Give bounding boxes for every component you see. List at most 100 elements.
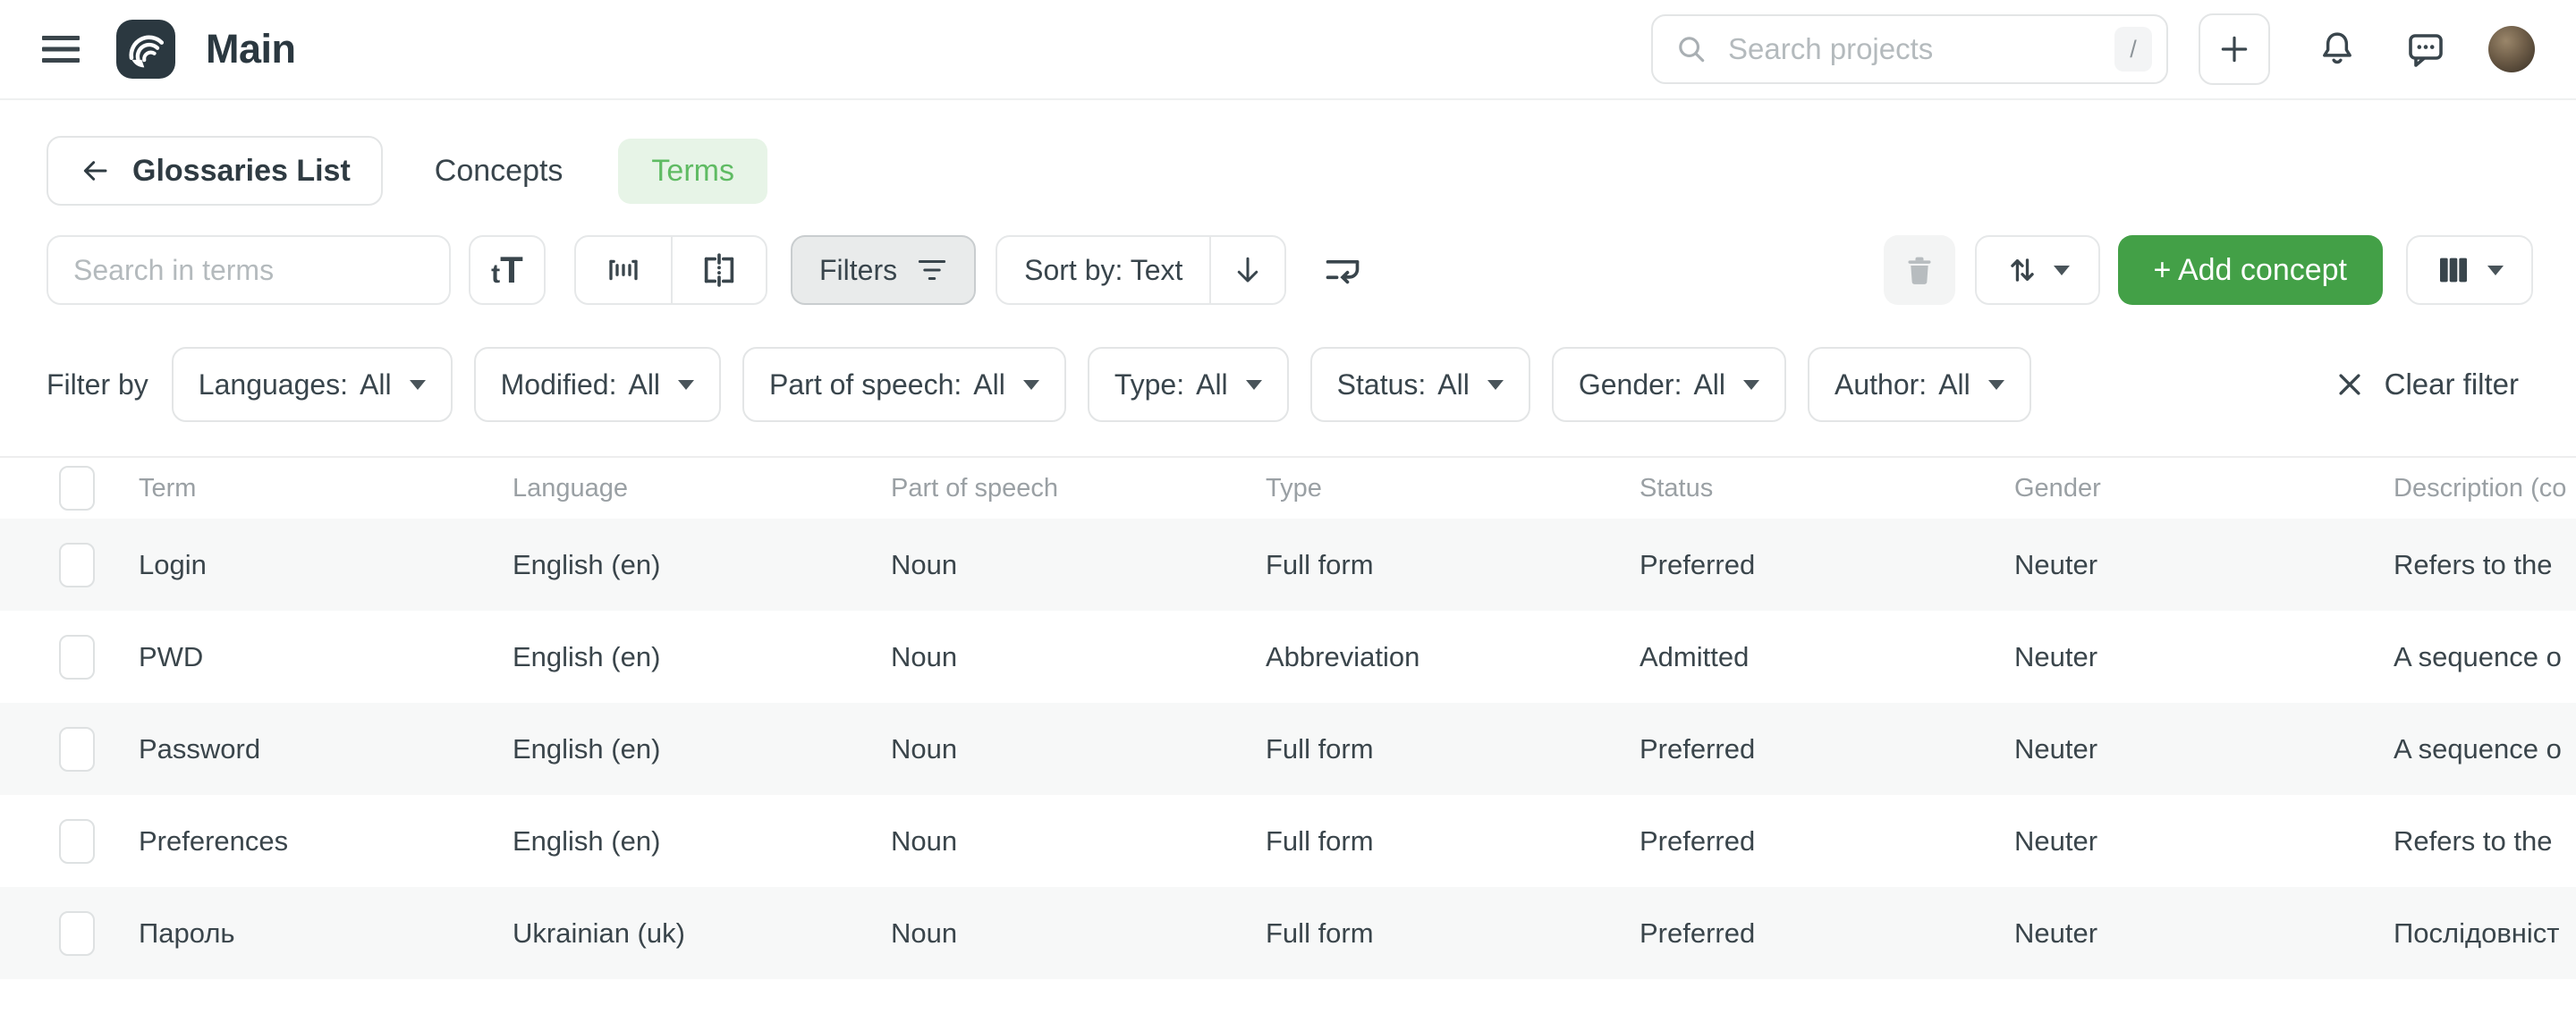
search-terms-input[interactable] [72,253,426,288]
search-icon [1674,32,1708,66]
caret-down-icon [410,380,426,390]
cell-description: Refers to the [2394,549,2576,581]
user-avatar[interactable] [2488,26,2535,72]
topbar: Main / [0,0,2576,100]
cell-language: English (en) [513,549,891,581]
filter-part-of-speech[interactable]: Part of speech: All [742,347,1066,422]
create-project-button[interactable] [2199,13,2270,85]
caret-down-icon [678,380,694,390]
sort-by-button[interactable]: Sort by: Text [997,237,1209,303]
sort-button: Sort by: Text [996,235,1286,305]
caret-down-icon [1023,380,1039,390]
exact-match-button[interactable] [671,237,766,303]
filters-button[interactable]: Filters [791,235,976,305]
add-concept-button[interactable]: + Add concept [2118,235,2383,305]
row-checkbox[interactable] [59,727,95,772]
row-checkbox[interactable] [59,635,95,680]
reorder-terms-button[interactable] [1975,235,2100,305]
wrap-lines-icon [1320,250,1365,290]
cell-part-of-speech: Noun [891,641,1266,673]
cell-description: A sequence o [2394,641,2576,673]
search-terms-box[interactable] [47,235,451,305]
column-header-language[interactable]: Language [513,474,891,503]
cell-part-of-speech: Noun [891,549,1266,581]
tab-concepts[interactable]: Concepts [435,154,564,189]
filters-button-label: Filters [819,254,897,287]
table-header-row: Term Language Part of speech Type Status… [0,456,2576,519]
row-checkbox[interactable] [59,543,95,587]
filter-bar: Filter by Languages: All Modified: All P… [0,347,2576,422]
trash-icon [1902,250,1937,290]
crowdin-logo-icon[interactable] [116,20,175,79]
filter-gender[interactable]: Gender: All [1552,347,1786,422]
table-row[interactable]: Password English (en) Noun Full form Pre… [0,703,2576,795]
sort-direction-button[interactable] [1209,237,1284,303]
close-icon [2334,369,2365,400]
back-to-glossaries-button[interactable]: Glossaries List [47,136,383,206]
filter-status[interactable]: Status: All [1310,347,1530,422]
filter-languages[interactable]: Languages: All [172,347,453,422]
column-header-type[interactable]: Type [1266,474,1640,503]
cell-language: English (en) [513,641,891,673]
cell-status: Preferred [1640,733,2014,765]
column-header-term[interactable]: Term [139,474,513,503]
messages-chat-icon[interactable] [2404,28,2447,71]
match-case-button[interactable]: tT [469,235,546,305]
clear-filter-button[interactable]: Clear filter [2334,368,2519,401]
filter-modified[interactable]: Modified: All [474,347,721,422]
delete-terms-button[interactable] [1884,235,1955,305]
cell-part-of-speech: Noun [891,917,1266,950]
clear-filter-label: Clear filter [2385,368,2519,401]
cell-status: Preferred [1640,825,2014,858]
terms-toolbar: tT Filters Sort by: [0,234,2576,306]
columns-settings-button[interactable] [2406,235,2533,305]
cell-language: English (en) [513,733,891,765]
select-all-checkbox[interactable] [59,466,95,511]
caret-down-icon [1487,380,1504,390]
cell-gender: Neuter [2014,917,2394,950]
hamburger-menu-icon[interactable] [41,34,80,64]
match-mode-group [574,235,767,305]
column-header-part-of-speech[interactable]: Part of speech [891,474,1266,503]
cell-gender: Neuter [2014,549,2394,581]
caret-down-icon [2487,266,2504,275]
arrow-down-icon [1232,254,1264,286]
cell-gender: Neuter [2014,733,2394,765]
cell-language: Ukrainian (uk) [513,917,891,950]
table-row[interactable]: Preferences English (en) Noun Full form … [0,795,2576,887]
columns-icon [2436,252,2471,288]
table-row[interactable]: Пароль Ukrainian (uk) Noun Full form Pre… [0,887,2576,979]
caret-down-icon [1988,380,2004,390]
cell-status: Preferred [1640,917,2014,950]
search-projects-box[interactable]: / [1651,14,2168,84]
match-case-icon: tT [491,255,523,285]
table-row[interactable]: PWD English (en) Noun Abbreviation Admit… [0,611,2576,703]
cell-term: Password [139,733,513,765]
cell-language: English (en) [513,825,891,858]
match-whole-phrase-button[interactable] [576,237,671,303]
notifications-bell-icon[interactable] [2317,29,2358,70]
cell-term: Пароль [139,917,513,950]
column-header-status[interactable]: Status [1640,474,2014,503]
caret-down-icon [1743,380,1759,390]
filter-icon [917,257,947,283]
terms-table-body: Login English (en) Noun Full form Prefer… [0,519,2576,979]
cell-type: Full form [1266,549,1640,581]
tab-terms[interactable]: Terms [618,139,767,204]
cell-type: Full form [1266,825,1640,858]
wrap-lines-button[interactable] [1320,250,1365,290]
cell-term: Login [139,549,513,581]
filter-type[interactable]: Type: All [1088,347,1289,422]
filter-author[interactable]: Author: All [1808,347,2031,422]
sort-up-down-icon [2005,252,2039,288]
back-button-label: Glossaries List [132,154,351,189]
cell-term: Preferences [139,825,513,858]
column-header-description[interactable]: Description (co [2394,474,2576,503]
column-header-gender[interactable]: Gender [2014,474,2394,503]
caret-down-icon [1246,380,1262,390]
search-projects-input[interactable] [1726,31,2114,67]
table-row[interactable]: Login English (en) Noun Full form Prefer… [0,519,2576,611]
row-checkbox[interactable] [59,819,95,864]
cell-type: Full form [1266,733,1640,765]
row-checkbox[interactable] [59,911,95,956]
